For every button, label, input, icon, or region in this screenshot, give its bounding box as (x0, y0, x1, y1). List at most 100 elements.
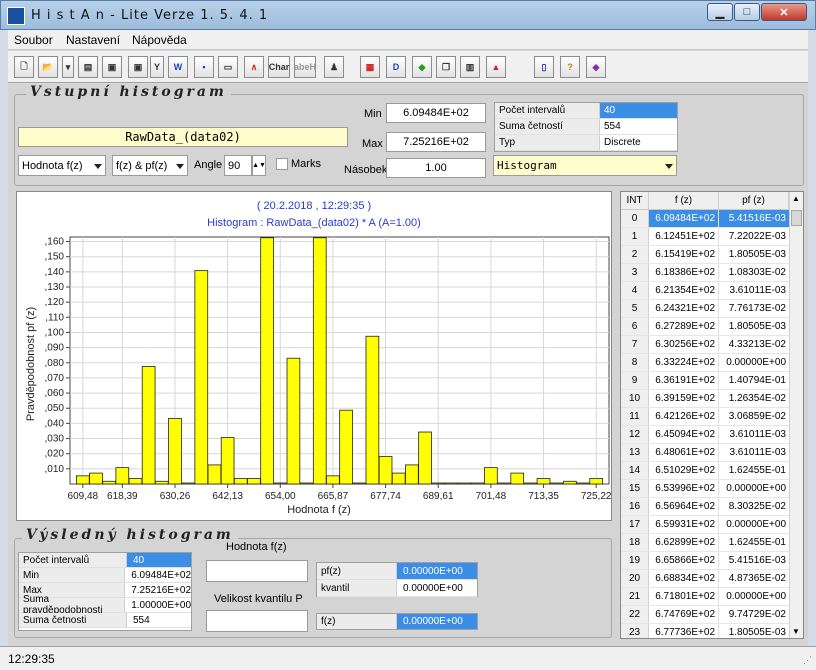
pfz-cell[interactable]: 1.80505E-03 (719, 246, 789, 263)
pfz-cell[interactable]: 1.62455E-01 (719, 462, 789, 479)
pfz-cell[interactable]: 4.87365E-02 (719, 570, 789, 587)
help-icon[interactable]: ? (560, 56, 580, 78)
color-grid-icon[interactable]: ▦ (360, 56, 380, 78)
table-scrollbar[interactable]: ▲ ▼ (789, 192, 803, 638)
col-fz[interactable]: f (z) (649, 192, 719, 209)
pfz-cell[interactable]: 7.76173E-02 (719, 300, 789, 317)
ellipse-icon[interactable]: ▭ (218, 56, 238, 78)
value-combo[interactable]: Hodnota f(z) (18, 155, 106, 176)
int-cell[interactable]: 16 (621, 498, 649, 515)
max-value-field[interactable]: 7.25216E+02 (386, 132, 486, 152)
fz-cell[interactable]: 6.45094E+02 (649, 426, 719, 443)
maximize-button[interactable]: □ (734, 3, 760, 21)
quantile-input[interactable] (206, 610, 308, 632)
fz-cell[interactable]: 6.74769E+02 (649, 606, 719, 623)
int-cell[interactable]: 2 (621, 246, 649, 263)
fz-cell[interactable]: 6.48061E+02 (649, 444, 719, 461)
int-cell[interactable]: 19 (621, 552, 649, 569)
table-row[interactable]: 4 6.21354E+02 3.61011E-03 (621, 282, 803, 300)
table-row[interactable]: 6 6.27289E+02 1.80505E-03 (621, 318, 803, 336)
stat-value[interactable]: 40 (127, 553, 191, 567)
table-row[interactable]: 2 6.15419E+02 1.80505E-03 (621, 246, 803, 264)
pfz-cell[interactable]: 3.06859E-02 (719, 408, 789, 425)
int-cell[interactable]: 3 (621, 264, 649, 281)
int-cell[interactable]: 1 (621, 228, 649, 245)
windows-icon[interactable]: ❐ (436, 56, 456, 78)
table-row[interactable]: 0 6.09484E+02 5.41516E-03 (621, 210, 803, 228)
table-row[interactable]: 9 6.36191E+02 1.40794E-01 (621, 372, 803, 390)
scroll-down-icon[interactable]: ▼ (792, 627, 800, 636)
pfz-cell[interactable]: 1.80505E-03 (719, 318, 789, 335)
table-row[interactable]: 18 6.62899E+02 1.62455E-01 (621, 534, 803, 552)
pfz-cell[interactable]: 3.61011E-03 (719, 444, 789, 461)
pfz-cell[interactable]: 5.41516E-03 (719, 552, 789, 569)
stat-value[interactable]: 7.25216E+02 (125, 583, 191, 597)
minimize-button[interactable]: ▁ (707, 3, 733, 21)
fz-cell[interactable]: 6.09484E+02 (649, 210, 719, 227)
open-dropdown-icon[interactable]: ▾ (62, 56, 74, 78)
table-row[interactable]: 7 6.30256E+02 4.33213E-02 (621, 336, 803, 354)
fz-cell[interactable]: 6.51029E+02 (649, 462, 719, 479)
pfz-cell[interactable]: 0.00000E+00 (719, 480, 789, 497)
int-cell[interactable]: 12 (621, 426, 649, 443)
word-icon[interactable]: W (168, 56, 188, 78)
info-value[interactable]: 40 (600, 103, 677, 118)
type-combo[interactable]: Histogram (493, 155, 677, 176)
fz-cell[interactable]: 6.77736E+02 (649, 624, 719, 638)
fz-cell[interactable]: 6.15419E+02 (649, 246, 719, 263)
eraser-icon[interactable]: ◆ (412, 56, 432, 78)
table-row[interactable]: 17 6.59931E+02 0.00000E+00 (621, 516, 803, 534)
disk-icon[interactable]: ▪ (194, 56, 214, 78)
table-row[interactable]: 21 6.71801E+02 0.00000E+00 (621, 588, 803, 606)
table-row[interactable]: 1 6.12451E+02 7.22022E-03 (621, 228, 803, 246)
int-cell[interactable]: 15 (621, 480, 649, 497)
multiplier-field[interactable]: 1.00 (386, 158, 486, 178)
table-row[interactable]: 22 6.74769E+02 9.74729E-02 (621, 606, 803, 624)
new-file-icon[interactable]: 🗋 (14, 56, 34, 78)
save-as-icon[interactable]: ▣ (128, 56, 148, 78)
pfz-cell[interactable]: 1.62455E-01 (719, 534, 789, 551)
table-row[interactable]: 13 6.48061E+02 3.61011E-03 (621, 444, 803, 462)
pfz-cell[interactable]: 1.40794E-01 (719, 372, 789, 389)
data-table[interactable]: INT f (z) pf (z) 0 6.09484E+02 5.41516E-03… (620, 191, 804, 639)
open-folder-icon[interactable]: 📂 (38, 56, 58, 78)
y-icon[interactable]: Y (150, 56, 164, 78)
book-icon[interactable]: ▯ (534, 56, 554, 78)
document-icon[interactable]: ▤ (78, 56, 98, 78)
scroll-up-icon[interactable]: ▲ (792, 194, 800, 203)
scroll-thumb[interactable] (791, 210, 802, 226)
table-row[interactable]: 10 6.39159E+02 1.26354E-02 (621, 390, 803, 408)
table-row[interactable]: 14 6.51029E+02 1.62455E-01 (621, 462, 803, 480)
int-cell[interactable]: 9 (621, 372, 649, 389)
table-row[interactable]: 19 6.65866E+02 5.41516E-03 (621, 552, 803, 570)
fz-cell[interactable]: 6.65866E+02 (649, 552, 719, 569)
pfz-cell[interactable]: 3.61011E-03 (719, 282, 789, 299)
menu-nastaveni[interactable]: Nastavení (66, 33, 120, 47)
fz-cell[interactable]: 6.27289E+02 (649, 318, 719, 335)
pfz-cell[interactable]: 7.22022E-03 (719, 228, 789, 245)
stat-value[interactable]: 1.00000E+00 (125, 598, 191, 612)
close-button[interactable]: ✕ (761, 3, 807, 21)
pfz-cell[interactable]: 4.33213E-02 (719, 336, 789, 353)
table-row[interactable]: 3 6.18386E+02 1.08303E-02 (621, 264, 803, 282)
int-cell[interactable]: 5 (621, 300, 649, 317)
fz-cell[interactable]: 6.12451E+02 (649, 228, 719, 245)
int-cell[interactable]: 20 (621, 570, 649, 587)
min-value-field[interactable]: 6.09484E+02 (386, 103, 486, 123)
col-int[interactable]: INT (621, 192, 649, 209)
int-cell[interactable]: 18 (621, 534, 649, 551)
marks-checkbox[interactable] (276, 158, 288, 170)
fz-cell[interactable]: 6.36191E+02 (649, 372, 719, 389)
fz-cell[interactable]: 6.68834E+02 (649, 570, 719, 587)
int-cell[interactable]: 17 (621, 516, 649, 533)
pfz-cell[interactable]: 9.74729E-02 (719, 606, 789, 623)
fz-cell[interactable]: 6.21354E+02 (649, 282, 719, 299)
int-cell[interactable]: 8 (621, 354, 649, 371)
dcf-icon[interactable]: D (386, 56, 406, 78)
int-cell[interactable]: 4 (621, 282, 649, 299)
value-fz-input[interactable] (206, 560, 308, 582)
pfz-cell[interactable]: 1.08303E-02 (719, 264, 789, 281)
int-cell[interactable]: 11 (621, 408, 649, 425)
int-cell[interactable]: 13 (621, 444, 649, 461)
int-cell[interactable]: 22 (621, 606, 649, 623)
